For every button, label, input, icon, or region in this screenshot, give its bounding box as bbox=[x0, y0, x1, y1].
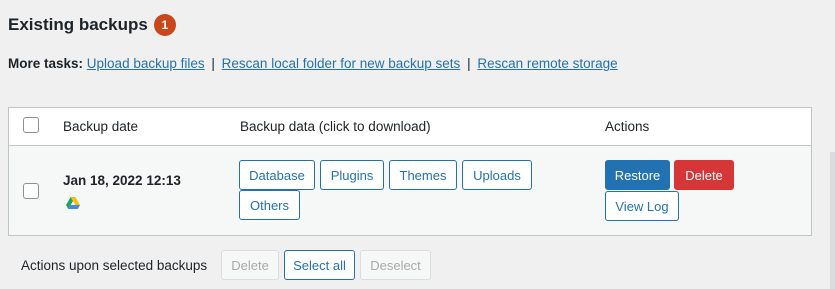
backup-count-badge: 1 bbox=[153, 14, 176, 36]
more-tasks-bar: More tasks: Upload backup files | Rescan… bbox=[8, 56, 618, 71]
column-header-date: Backup date bbox=[63, 119, 139, 134]
link-separator: | bbox=[211, 56, 215, 71]
table-row: Jan 18, 2022 12:13 Database Plugins Them… bbox=[9, 146, 811, 235]
select-all-checkbox[interactable] bbox=[23, 117, 39, 133]
more-tasks-label: More tasks: bbox=[8, 56, 84, 71]
view-log-button[interactable]: View Log bbox=[605, 191, 679, 221]
delete-button[interactable]: Delete bbox=[674, 160, 734, 190]
deselect-button[interactable]: Deselect bbox=[360, 250, 431, 280]
column-header-data: Backup data (click to download) bbox=[240, 119, 431, 134]
bulk-actions-label: Actions upon selected backups bbox=[21, 258, 208, 273]
table-header: Backup date Backup data (click to downlo… bbox=[9, 108, 811, 146]
section-heading: Existing backups 1 bbox=[8, 14, 176, 36]
bulk-delete-button[interactable]: Delete bbox=[221, 250, 279, 280]
scrollbar-track[interactable] bbox=[830, 152, 835, 289]
google-drive-icon bbox=[66, 197, 80, 209]
select-all-button[interactable]: Select all bbox=[284, 250, 355, 280]
backups-table: Backup date Backup data (click to downlo… bbox=[8, 107, 812, 236]
download-database-button[interactable]: Database bbox=[239, 160, 315, 190]
page-title: Existing backups bbox=[8, 15, 148, 34]
restore-button[interactable]: Restore bbox=[605, 160, 670, 190]
download-uploads-button[interactable]: Uploads bbox=[462, 160, 532, 190]
upload-backup-files-link[interactable]: Upload backup files bbox=[87, 56, 205, 71]
download-plugins-button[interactable]: Plugins bbox=[320, 160, 384, 190]
download-others-button[interactable]: Others bbox=[239, 190, 300, 220]
backup-date: Jan 18, 2022 12:13 bbox=[63, 173, 181, 188]
rescan-remote-storage-link[interactable]: Rescan remote storage bbox=[477, 56, 617, 71]
row-select-checkbox[interactable] bbox=[23, 183, 39, 199]
column-header-actions: Actions bbox=[605, 119, 650, 134]
link-separator: | bbox=[467, 56, 471, 71]
download-themes-button[interactable]: Themes bbox=[389, 160, 457, 190]
rescan-local-folder-link[interactable]: Rescan local folder for new backup sets bbox=[222, 56, 461, 71]
